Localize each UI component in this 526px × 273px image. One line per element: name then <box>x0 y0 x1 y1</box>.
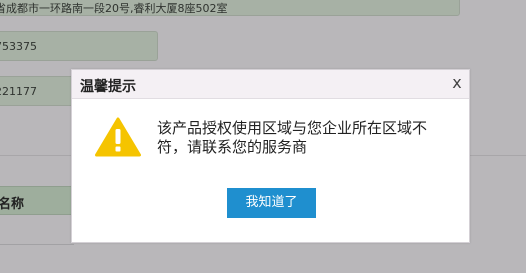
acknowledge-button[interactable]: 我知道了 <box>227 188 316 218</box>
notice-dialog: 温馨提示 x 该产品授权使用区域与您企业所在区域不符，请联系您的服务商 我知道了 <box>71 69 470 243</box>
dialog-title: 温馨提示 <box>80 79 136 95</box>
warning-icon <box>95 117 141 157</box>
phone-input[interactable]: 753375 <box>0 31 158 61</box>
close-icon[interactable]: x <box>450 75 464 91</box>
postal-code-input[interactable]: 221177 <box>0 76 74 106</box>
dialog-header: 温馨提示 x <box>72 70 469 99</box>
address-input[interactable]: 省成都市一环路南一段20号,睿利大厦8座502室 <box>0 0 460 16</box>
table-header-name: 名称 <box>0 186 74 215</box>
table-row-divider <box>0 244 74 245</box>
dialog-message: 该产品授权使用区域与您企业所在区域不符，请联系您的服务商 <box>157 119 428 156</box>
